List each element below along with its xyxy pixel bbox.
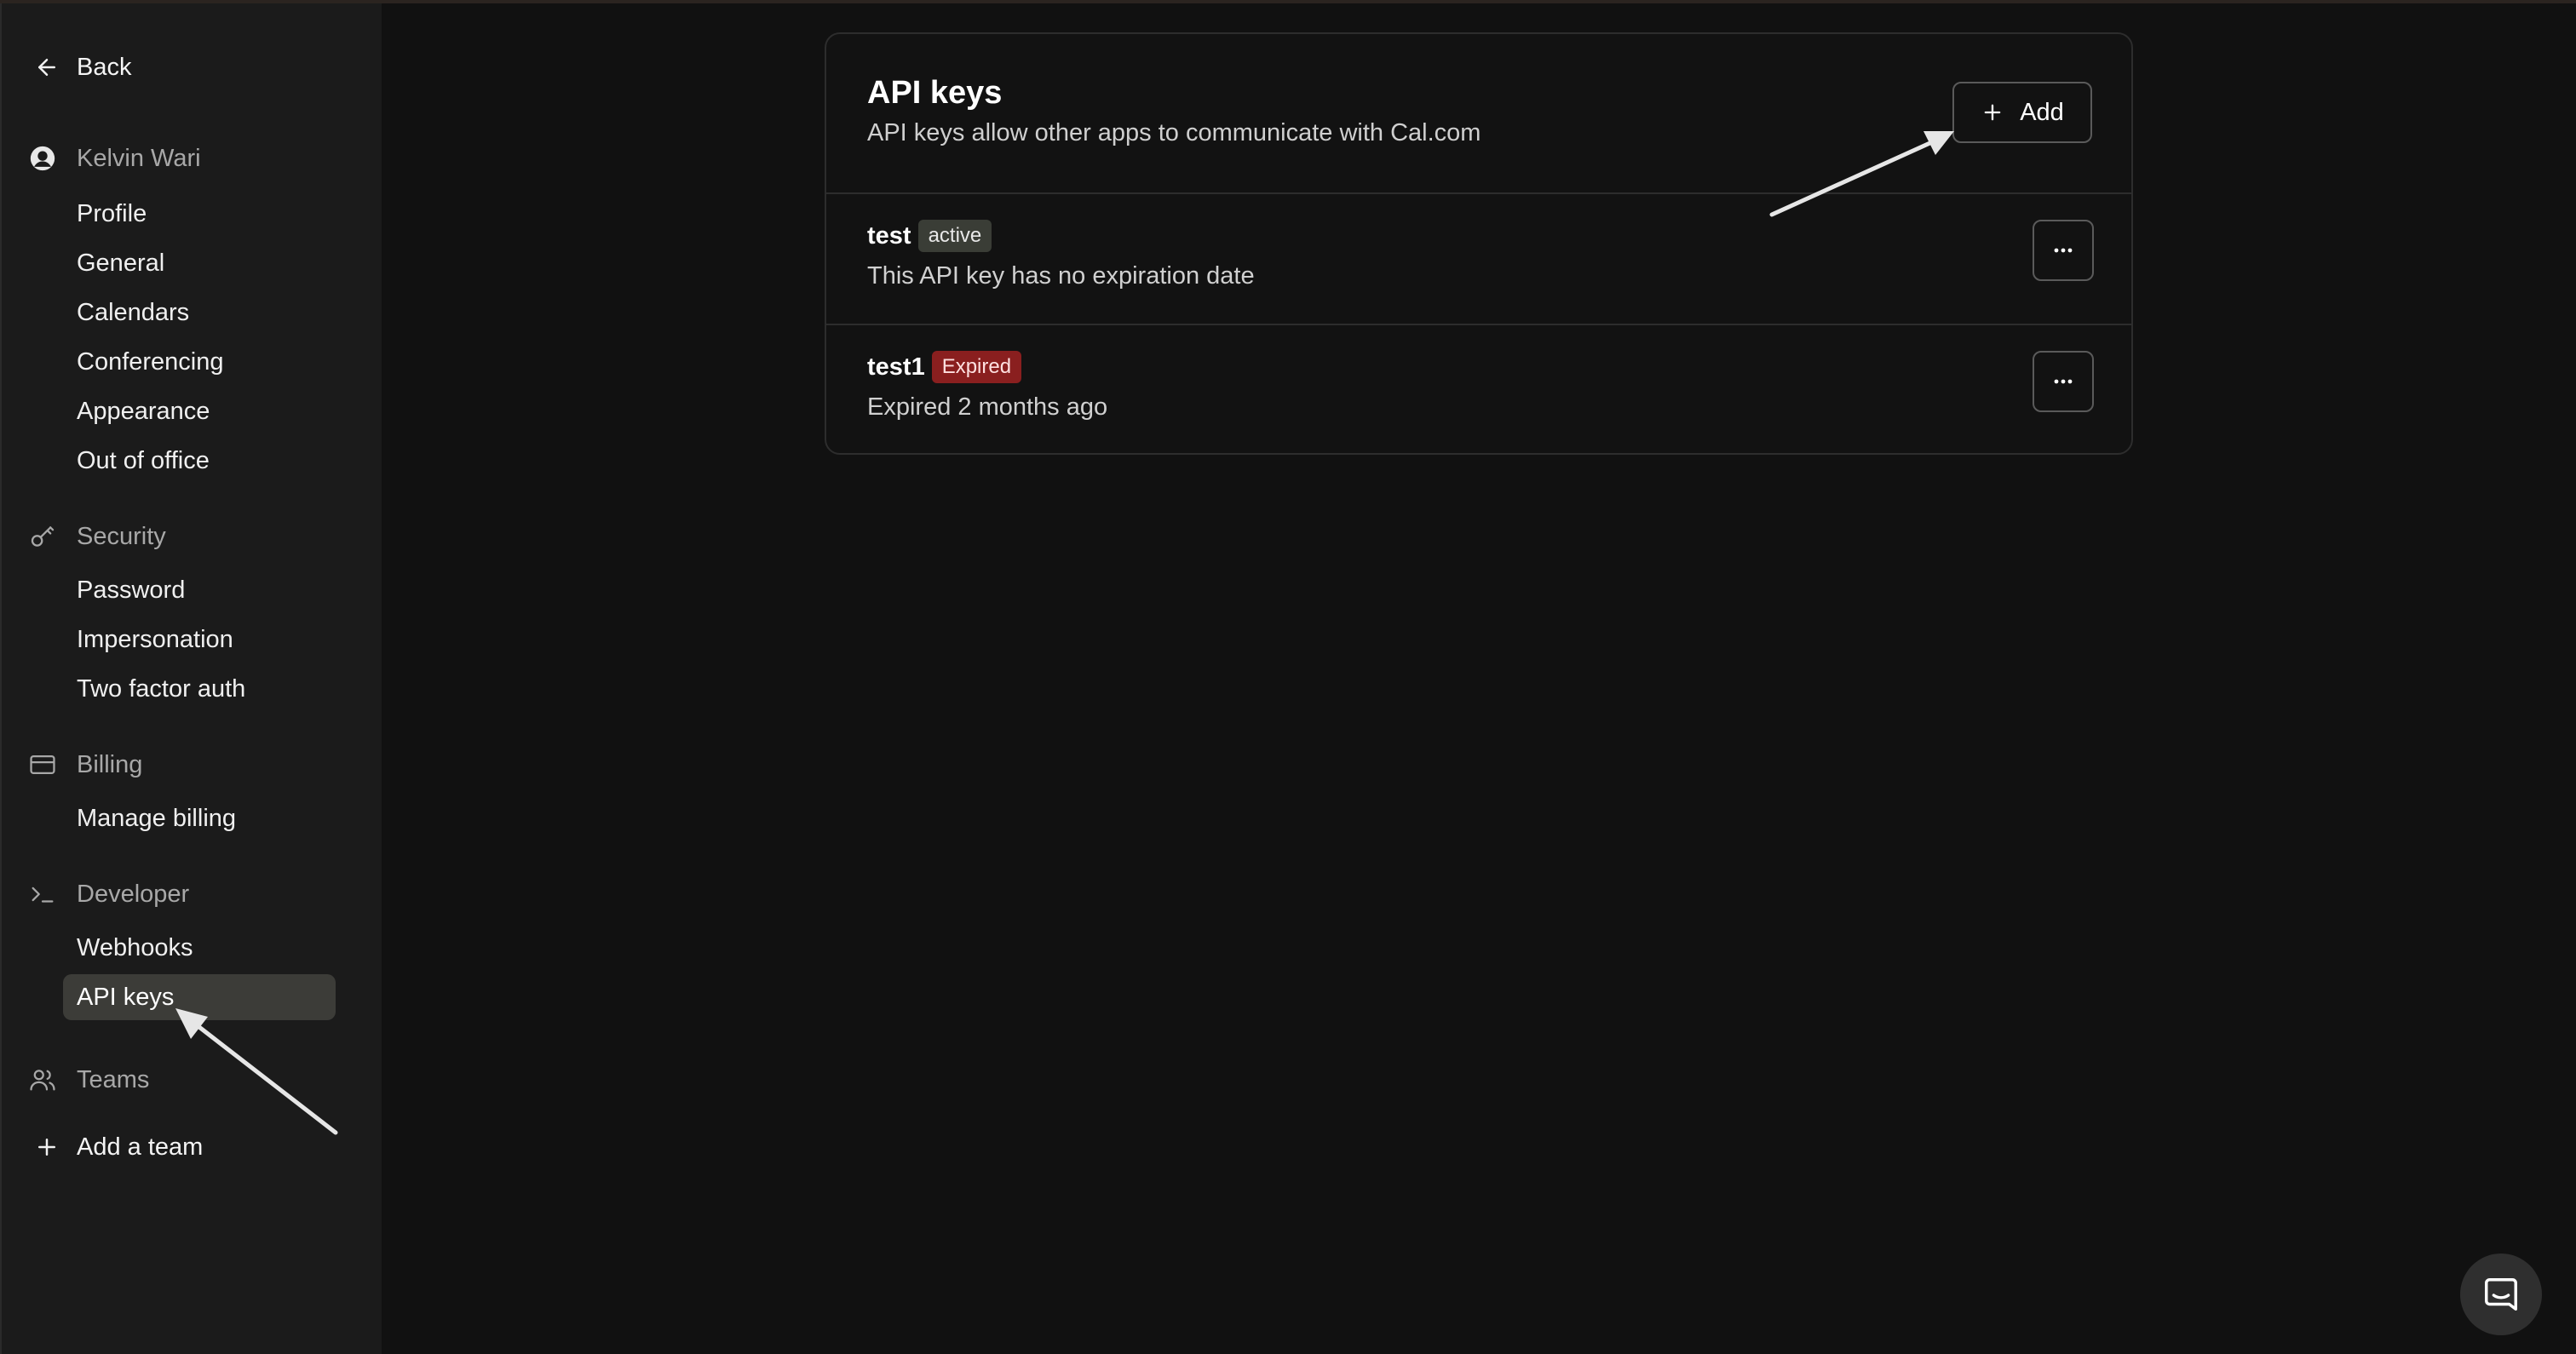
status-badge: Expired	[931, 351, 1022, 383]
page-title: API keys	[867, 75, 1003, 111]
section-account-label: Kelvin Wari	[77, 144, 201, 172]
api-key-description: This API key has no expiration date	[867, 262, 1255, 290]
section-teams: Teams	[27, 1061, 149, 1099]
add-api-key-button[interactable]: Add	[1952, 82, 2092, 143]
users-icon	[27, 1064, 58, 1095]
add-button-label: Add	[2020, 98, 2064, 126]
section-security: Security	[27, 518, 166, 555]
sidebar-item-password[interactable]: Password	[63, 567, 336, 613]
section-developer-label: Developer	[77, 880, 190, 908]
panel-header: API keys API keys allow other apps to co…	[826, 34, 2131, 194]
sidebar-item-two-factor-auth[interactable]: Two factor auth	[63, 666, 336, 712]
add-team-button[interactable]: Add a team	[34, 1127, 203, 1167]
chat-icon	[2485, 1278, 2517, 1311]
sidebar-item-conferencing[interactable]: Conferencing	[63, 339, 336, 385]
key-icon	[27, 521, 58, 552]
more-horizontal-icon	[2054, 248, 2073, 253]
sidebar-item-appearance[interactable]: Appearance	[63, 388, 336, 434]
page-subtitle: API keys allow other apps to communicate…	[867, 119, 1481, 146]
api-key-more-button[interactable]	[2033, 351, 2094, 412]
api-keys-panel: API keys API keys allow other apps to co…	[825, 32, 2133, 455]
sidebar-item-manage-billing[interactable]: Manage billing	[63, 795, 336, 841]
credit-card-icon	[27, 749, 58, 780]
sidebar-item-calendars[interactable]: Calendars	[63, 290, 336, 336]
plus-icon	[38, 1139, 55, 1156]
api-key-more-button[interactable]	[2033, 220, 2094, 281]
sidebar-item-general[interactable]: General	[63, 240, 336, 286]
back-label: Back	[77, 53, 132, 81]
api-key-row: test active This API key has no expirati…	[826, 194, 2131, 325]
section-developer: Developer	[27, 875, 189, 913]
section-account: Kelvin Wari	[27, 140, 201, 177]
plus-icon	[1984, 104, 2001, 121]
user-avatar-icon	[27, 143, 58, 174]
section-security-label: Security	[77, 522, 166, 550]
sidebar-item-out-of-office[interactable]: Out of office	[63, 438, 336, 484]
status-badge: active	[917, 220, 992, 252]
chat-launcher-button[interactable]	[2460, 1254, 2542, 1335]
api-key-name: test1	[867, 353, 925, 381]
sidebar-item-api-keys[interactable]: API keys	[63, 974, 336, 1020]
arrow-left-icon	[38, 59, 55, 76]
api-key-description: Expired 2 months ago	[867, 393, 1108, 421]
api-key-name-line: test active	[867, 220, 992, 252]
section-teams-label: Teams	[77, 1065, 150, 1093]
app-window: Back Kelvin Wari Profile General Calenda…	[0, 0, 2576, 1354]
api-key-name: test	[867, 221, 911, 250]
section-billing-label: Billing	[77, 750, 143, 778]
back-button[interactable]: Back	[34, 48, 131, 87]
sidebar-item-profile[interactable]: Profile	[63, 191, 336, 237]
settings-sidebar: Back Kelvin Wari Profile General Calenda…	[0, 3, 382, 1354]
terminal-icon	[27, 879, 58, 909]
sidebar-item-impersonation[interactable]: Impersonation	[63, 617, 336, 663]
api-key-row: test1 Expired Expired 2 months ago	[826, 325, 2131, 453]
add-team-label: Add a team	[77, 1133, 204, 1161]
sidebar-item-webhooks[interactable]: Webhooks	[63, 925, 336, 971]
section-billing: Billing	[27, 746, 142, 783]
api-key-name-line: test1 Expired	[867, 351, 1022, 383]
more-horizontal-icon	[2054, 379, 2073, 384]
